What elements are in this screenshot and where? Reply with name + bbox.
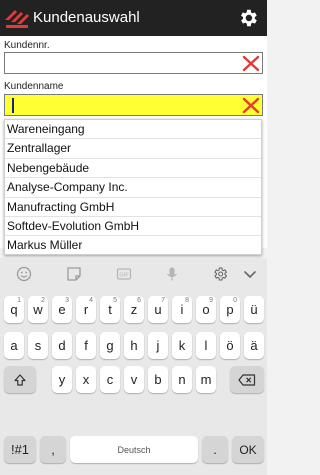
key-label: o [202,302,210,317]
key-b[interactable]: b [148,366,168,393]
key-label: t [108,302,112,317]
key-label: p [226,302,234,317]
emoji-icon[interactable] [16,266,32,282]
key-r[interactable]: r4 [76,296,96,323]
svg-text:GIF: GIF [119,273,129,279]
key-hint: 3 [65,297,69,304]
soft-keyboard: GIF q1 w2 e3 r4 t5 z6 u7 i8 o9 p0 ü a s … [0,258,267,475]
keyboard-toolbar: GIF [0,258,267,290]
text-cursor [12,98,14,113]
list-item[interactable]: Softdev-Evolution GmbH [5,217,261,237]
list-item[interactable]: Markus Müller [5,236,261,255]
key-hint: 5 [113,297,117,304]
key-g[interactable]: g [100,332,120,359]
key-ae[interactable]: ä [244,332,264,359]
key-hint: 1 [17,297,21,304]
autocomplete-dropdown: Wareneingang Zentrallager Nebengebäude A… [4,119,262,255]
symbols-key[interactable]: !#1 [4,436,36,463]
customer-name-field[interactable] [4,94,263,116]
key-label: i [180,302,184,317]
list-item[interactable]: Analyse-Company Inc. [5,178,261,198]
customer-number-label: Kundennr. [4,40,50,51]
space-key[interactable]: Deutsch [70,436,198,463]
customer-name-label: Kundenname [4,81,64,92]
key-s[interactable]: s [28,332,48,359]
key-ue[interactable]: ü [244,296,264,323]
key-label: e [58,302,66,317]
page-title: Kundenauswahl [33,9,140,26]
key-z[interactable]: z6 [124,296,144,323]
gif-icon[interactable]: GIF [116,266,132,282]
key-label: w [33,302,43,317]
key-oe[interactable]: ö [220,332,240,359]
key-e[interactable]: e3 [52,296,72,323]
key-hint: 8 [185,297,189,304]
shift-icon [14,373,26,386]
key-x[interactable]: x [76,366,96,393]
backspace-key[interactable] [230,366,264,393]
comma-key[interactable]: , [40,436,66,463]
list-item[interactable]: Zentrallager [5,139,261,159]
key-hint: 7 [161,297,165,304]
key-label: z [130,302,138,317]
key-label: u [154,302,162,317]
key-n[interactable]: n [172,366,192,393]
backspace-icon [238,373,256,386]
mic-icon[interactable] [164,266,180,282]
key-hint: 6 [137,297,141,304]
company-logo [5,10,29,28]
key-h[interactable]: h [124,332,144,359]
gear-icon[interactable] [212,266,228,282]
gear-icon[interactable] [237,7,259,29]
key-hint: 4 [89,297,93,304]
list-item[interactable]: Manufracting GmbH [5,198,261,217]
key-f[interactable]: f [76,332,96,359]
key-i[interactable]: i8 [172,296,192,323]
key-label: ü [250,302,258,317]
key-label: r [83,302,89,317]
key-j[interactable]: j [148,332,168,359]
key-t[interactable]: t5 [100,296,120,323]
key-p[interactable]: p0 [220,296,240,323]
key-o[interactable]: o9 [196,296,216,323]
list-item[interactable]: Nebengebäude [5,159,261,179]
list-item[interactable]: Wareneingang [5,120,261,140]
key-a[interactable]: a [4,332,24,359]
key-u[interactable]: u7 [148,296,168,323]
sticker-icon[interactable] [66,266,82,282]
key-d[interactable]: d [52,332,72,359]
ok-key[interactable]: OK [232,436,264,463]
key-v[interactable]: v [124,366,144,393]
key-c[interactable]: c [100,366,120,393]
key-hint: 9 [209,297,213,304]
shift-key[interactable] [4,366,36,393]
key-m[interactable]: m [196,366,216,393]
period-key[interactable]: . [202,436,228,463]
clear-customer-number-icon[interactable] [242,55,260,72]
key-y[interactable]: y [52,366,72,393]
chevron-down-icon[interactable] [242,266,258,282]
clear-customer-name-icon[interactable] [242,97,260,114]
key-k[interactable]: k [172,332,192,359]
customer-number-field[interactable] [4,52,263,74]
key-q[interactable]: q1 [4,296,24,323]
key-label: q [10,302,18,317]
key-l[interactable]: l [196,332,216,359]
key-w[interactable]: w2 [28,296,48,323]
key-hint: 0 [233,297,237,304]
key-hint: 2 [41,297,45,304]
app-bar: Kundenauswahl [0,0,267,36]
